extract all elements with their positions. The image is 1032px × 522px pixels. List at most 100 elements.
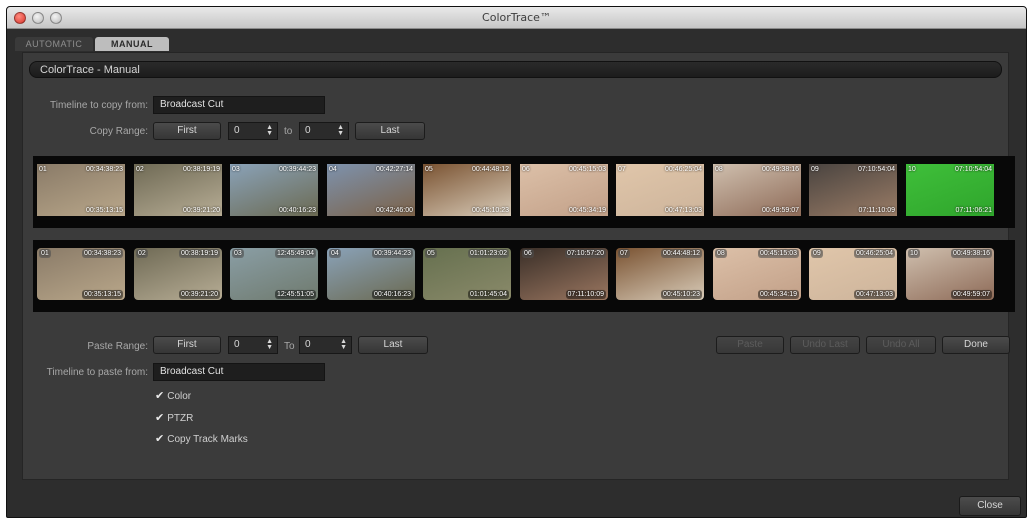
copy-track-marks-checkbox[interactable]: ✔ Copy Track Marks (155, 432, 248, 445)
clip-timecode-in: 00:45:15:03 (569, 166, 606, 173)
paste-to-stepper[interactable]: 0 ▲ ▼ (299, 336, 352, 354)
undo-last-button[interactable]: Undo Last (790, 336, 860, 354)
clip-timecode-out: 07:11:10:09 (858, 207, 895, 214)
clip-timecode-in: 12:45:49:04 (275, 249, 316, 258)
tab-automatic[interactable]: AUTOMATIC (15, 37, 93, 51)
clip-timecode-in: 00:39:44:23 (279, 166, 316, 173)
stepper-arrows-icon[interactable]: ▲ ▼ (266, 338, 273, 351)
copy-timeline-label: Timeline to copy from: (50, 100, 148, 111)
clip-thumbnail[interactable]: 09 00:46:25:04 00:47:13:03 (809, 248, 897, 300)
clip-thumbnail[interactable]: 08 00:45:15:03 00:45:34:19 (713, 248, 801, 300)
clip-thumbnail[interactable]: 08 00:49:38:16 00:49:59:07 (713, 164, 801, 216)
clip-timecode-in: 00:45:15:03 (758, 249, 799, 258)
clip-timecode-out: 07:11:10:09 (565, 290, 606, 299)
paste-timeline-label: Timeline to paste from: (46, 367, 148, 378)
paste-from-stepper[interactable]: 0 ▲ ▼ (228, 336, 278, 354)
color-checkbox-label: Color (167, 391, 192, 402)
done-button[interactable]: Done (942, 336, 1010, 354)
stepper-arrows-icon[interactable]: ▲ ▼ (337, 124, 344, 137)
color-checkbox[interactable]: ✔ Color (155, 389, 191, 402)
clip-timecode-in: 00:44:48:12 (661, 249, 702, 258)
clip-timecode-out: 00:45:10:23 (661, 290, 702, 299)
paste-timeline-field[interactable]: Broadcast Cut (153, 363, 325, 381)
clip-number: 03 (232, 166, 240, 173)
clip-timecode-in: 00:44:48:12 (472, 166, 509, 173)
copy-to-stepper[interactable]: 0 ▲ ▼ (299, 122, 349, 140)
paste-first-button[interactable]: First (153, 336, 221, 354)
clip-timecode-in: 07:10:57:20 (565, 249, 606, 258)
clip-thumbnail[interactable]: 06 00:45:15:03 00:45:34:19 (520, 164, 608, 216)
paste-from-value: 0 (234, 339, 240, 350)
checkmark-icon: ✔ (155, 390, 165, 402)
clip-thumbnail[interactable]: 01 00:34:38:23 00:35:13:15 (37, 164, 125, 216)
clip-thumbnail[interactable]: 05 00:44:48:12 00:45:10:23 (423, 164, 511, 216)
clip-number: 01 (39, 166, 47, 173)
close-button[interactable]: Close (959, 496, 1021, 516)
clip-thumbnail[interactable]: 02 00:38:19:19 00:39:21:20 (134, 248, 222, 300)
clip-number: 10 (908, 249, 920, 258)
clip-number: 04 (329, 166, 337, 173)
undo-all-button[interactable]: Undo All (866, 336, 936, 354)
stepper-arrows-icon[interactable]: ▲ ▼ (340, 338, 347, 351)
clip-thumbnail[interactable]: 06 07:10:57:20 07:11:10:09 (520, 248, 608, 300)
paste-button[interactable]: Paste (716, 336, 784, 354)
tab-manual[interactable]: MANUAL (95, 37, 169, 51)
copy-track-marks-checkbox-label: Copy Track Marks (167, 434, 248, 445)
clip-thumbnail[interactable]: 03 00:39:44:23 00:40:16:23 (230, 164, 318, 216)
clip-timecode-out: 00:40:16:23 (279, 207, 316, 214)
clip-thumbnail[interactable]: 05 01:01:23:02 01:01:45:04 (423, 248, 511, 300)
copy-last-button[interactable]: Last (355, 122, 425, 140)
clip-thumbnail[interactable]: 01 00:34:38:23 00:35:13:15 (37, 248, 125, 300)
clip-number: 06 (522, 166, 530, 173)
clip-thumbnail[interactable]: 07 00:44:48:12 00:45:10:23 (616, 248, 704, 300)
clip-thumbnail[interactable]: 10 07:10:54:04 07:11:06:21 (906, 164, 994, 216)
clip-timecode-out: 00:39:21:20 (179, 290, 220, 299)
clip-timecode-in: 00:46:25:04 (665, 166, 702, 173)
clip-timecode-out: 01:01:45:04 (468, 290, 509, 299)
clip-number: 02 (136, 166, 144, 173)
clip-timecode-in: 00:49:38:16 (762, 166, 799, 173)
clip-timecode-out: 00:47:13:03 (854, 290, 895, 299)
clip-number: 06 (522, 249, 534, 258)
clip-number: 07 (618, 166, 626, 173)
clip-thumbnail[interactable]: 04 00:39:44:23 00:40:16:23 (327, 248, 415, 300)
paste-last-button[interactable]: Last (358, 336, 428, 354)
copy-first-button[interactable]: First (153, 122, 221, 140)
clip-timecode-out: 00:49:59:07 (762, 207, 799, 214)
clip-number: 07 (618, 249, 630, 258)
clip-timecode-out: 00:35:13:15 (82, 290, 123, 299)
ptzr-checkbox-label: PTZR (167, 413, 194, 424)
clip-timecode-out: 00:45:10:23 (472, 207, 509, 214)
clip-timecode-out: 00:42:46:00 (376, 207, 413, 214)
clip-thumbnail[interactable]: 10 00:49:38:16 00:49:59:07 (906, 248, 994, 300)
clip-timecode-in: 00:49:38:16 (951, 249, 992, 258)
copy-to-value: 0 (305, 125, 311, 136)
stepper-arrows-icon[interactable]: ▲ ▼ (266, 124, 273, 137)
clip-number: 08 (715, 249, 727, 258)
clip-timecode-out: 00:35:13:15 (86, 207, 123, 214)
copy-timeline-field[interactable]: Broadcast Cut (153, 96, 325, 114)
clip-timecode-out: 00:49:59:07 (951, 290, 992, 299)
title-bar: ColorTrace™ (7, 7, 1026, 29)
clip-thumbnail[interactable]: 07 00:46:25:04 00:47:13:03 (616, 164, 704, 216)
destination-clip-strip: 01 00:34:38:23 00:35:13:15 02 00:38:19:19 00:… (33, 240, 1015, 312)
ptzr-checkbox[interactable]: ✔ PTZR (155, 411, 193, 424)
copy-from-stepper[interactable]: 0 ▲ ▼ (228, 122, 278, 140)
clip-thumbnail[interactable]: 02 00:38:19:19 00:39:21:20 (134, 164, 222, 216)
copy-to-label: to (284, 126, 293, 137)
clip-number: 02 (136, 249, 148, 258)
clip-timecode-out: 00:47:13:03 (665, 207, 702, 214)
clip-number: 01 (39, 249, 51, 258)
clip-timecode-in: 00:34:38:23 (82, 249, 123, 258)
clip-thumbnail[interactable]: 09 07:10:54:04 07:11:10:09 (809, 164, 897, 216)
clip-thumbnail[interactable]: 03 12:45:49:04 12:45:51:05 (230, 248, 318, 300)
clip-timecode-out: 00:39:21:20 (183, 207, 220, 214)
clip-number: 09 (811, 249, 823, 258)
clip-timecode-in: 00:38:19:19 (179, 249, 220, 258)
checkmark-icon: ✔ (155, 412, 165, 424)
clip-timecode-out: 00:45:34:19 (569, 207, 606, 214)
clip-thumbnail[interactable]: 04 00:42:27:14 00:42:46:00 (327, 164, 415, 216)
paste-to-label: To (284, 341, 295, 352)
window-title: ColorTrace™ (482, 11, 551, 24)
clip-timecode-in: 00:42:27:14 (376, 166, 413, 173)
